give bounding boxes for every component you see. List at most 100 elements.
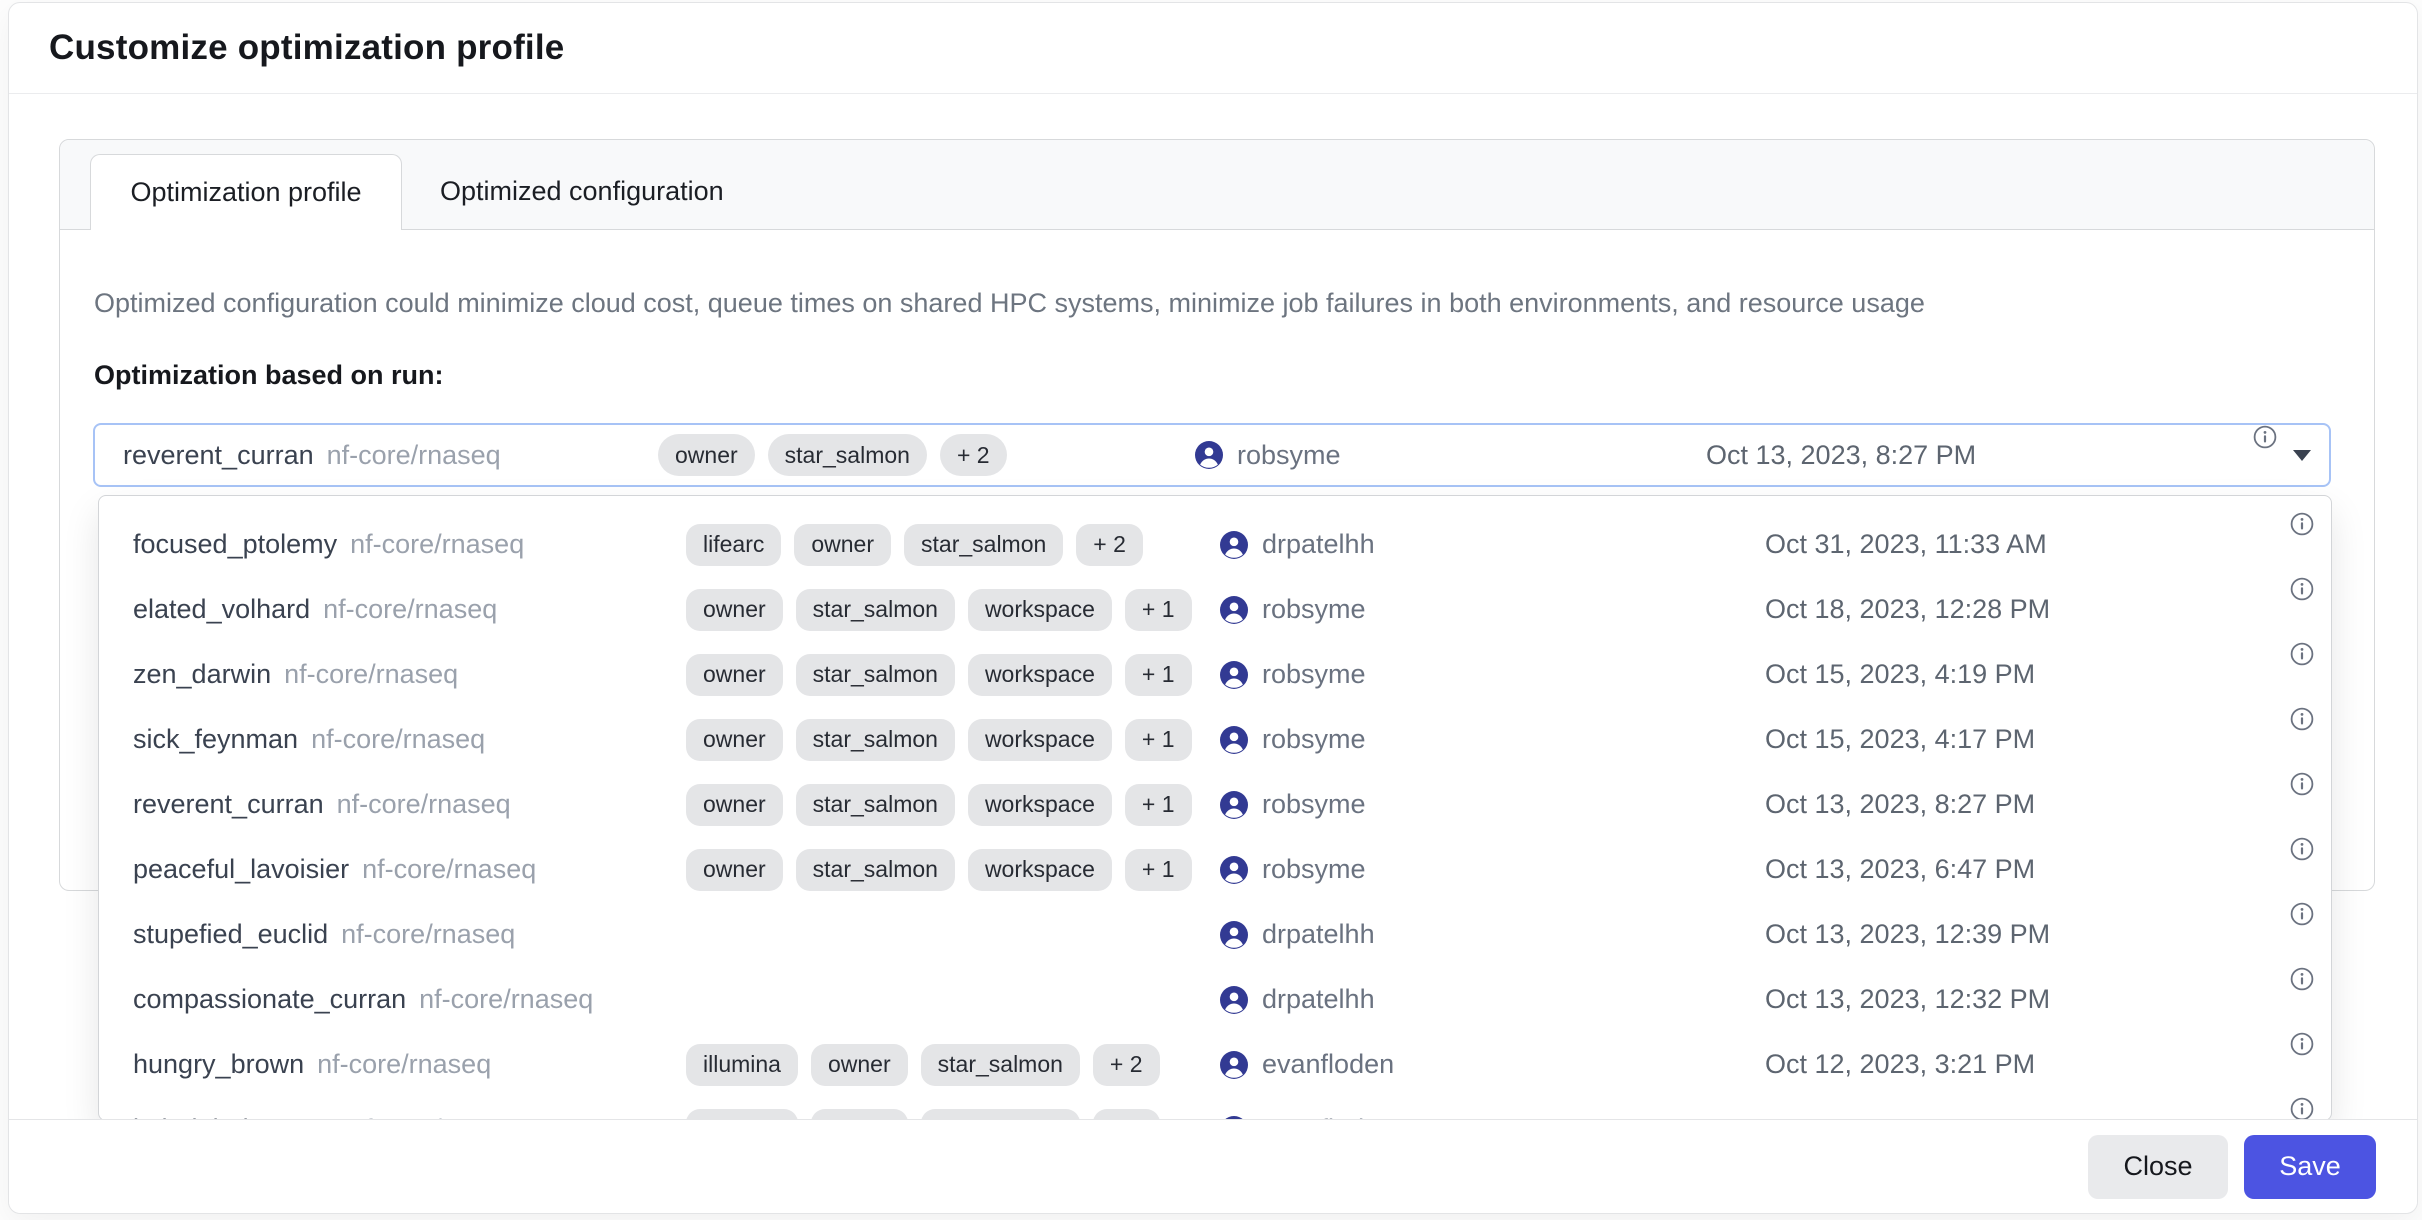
selected-run-project: nf-core/rnaseq <box>327 440 501 471</box>
run-username: robsyme <box>1262 854 1366 885</box>
info-icon[interactable] <box>2290 837 2314 861</box>
info-icon[interactable] <box>2290 707 2314 731</box>
run-name-project: stupefied_euclidnf-core/rnaseq <box>133 902 515 967</box>
info-icon[interactable] <box>2253 425 2277 449</box>
run-user: robsyme <box>1220 577 1366 642</box>
customize-optimization-profile-dialog: Customize optimization profile Optimizat… <box>8 2 2418 1214</box>
run-tag-pill: workspace <box>968 784 1112 826</box>
run-option-row[interactable]: stupefied_euclidnf-core/rnaseqdrpatelhhO… <box>99 902 2331 967</box>
run-date: Oct 13, 2023, 8:27 PM <box>1765 772 2035 837</box>
run-project: nf-core/rnaseq <box>323 594 497 625</box>
selected-run-name-project: reverent_curran nf-core/rnaseq <box>123 425 501 485</box>
run-username: robsyme <box>1262 659 1366 690</box>
run-date: Oct 12, 2023, 2:20 PM <box>1765 1097 2035 1121</box>
run-tags: illuminaownerstar_salmon+ 2 <box>686 1032 1160 1097</box>
info-icon[interactable] <box>2290 1032 2314 1056</box>
run-tags: ownerstar_salmonworkspace+ 1 <box>686 707 1192 772</box>
info-icon[interactable] <box>2290 967 2314 991</box>
tab-optimization-profile[interactable]: Optimization profile <box>90 154 402 230</box>
run-tag-pill: owner <box>686 589 783 631</box>
tab-bar: Optimization profile Optimized configura… <box>60 140 2374 230</box>
run-tag-pill: star_salmon <box>796 784 955 826</box>
run-user: evanfloden <box>1220 1097 1394 1121</box>
user-avatar-icon <box>1220 661 1248 689</box>
selected-run-user: robsyme <box>1195 425 1341 485</box>
run-option-row[interactable]: zen_darwinnf-core/rnaseqownerstar_salmon… <box>99 642 2331 707</box>
run-username: drpatelhh <box>1262 984 1375 1015</box>
save-button[interactable]: Save <box>2244 1135 2376 1199</box>
run-tags: ownerstar_salmonworkspace+ 1 <box>686 642 1192 707</box>
user-avatar-icon <box>1220 856 1248 884</box>
run-option-row[interactable]: reverent_currannf-core/rnaseqownerstar_s… <box>99 772 2331 837</box>
run-date: Oct 15, 2023, 4:17 PM <box>1765 707 2035 772</box>
run-username: drpatelhh <box>1262 919 1375 950</box>
run-date: Oct 18, 2023, 12:28 PM <box>1765 577 2050 642</box>
run-project: nf-core/rnaseq <box>337 789 511 820</box>
run-option-row[interactable]: compassionate_currannf-core/rnaseqdrpate… <box>99 967 2331 1032</box>
run-option-row[interactable]: lethal_boltzmannnf-core/rnaseqilluminaow… <box>99 1097 2331 1121</box>
run-tag-pill: star_salmon <box>796 719 955 761</box>
run-user: robsyme <box>1220 837 1366 902</box>
run-option-row[interactable]: focused_ptolemynf-core/rnaseqlifearcowne… <box>99 512 2331 577</box>
run-user: drpatelhh <box>1220 967 1375 1032</box>
run-tag-pill: lifearc <box>686 524 781 566</box>
run-name-project: lethal_boltzmannnf-core/rnaseq <box>133 1097 524 1121</box>
run-name: compassionate_curran <box>133 984 406 1015</box>
user-avatar-icon <box>1220 791 1248 819</box>
selected-run-tags: ownerstar_salmon+ 2 <box>658 425 1007 485</box>
run-tag-pill: star_salmon <box>768 434 927 476</box>
run-tag-pill: + 2 <box>1093 1044 1160 1086</box>
run-tag-pill: workspace <box>968 654 1112 696</box>
run-tags: lifearcownerstar_salmon+ 2 <box>686 512 1143 577</box>
run-option-row[interactable]: sick_feynmannf-core/rnaseq owner star_salm… <box>99 707 2331 772</box>
dropdown-caret-icon[interactable] <box>2293 425 2311 485</box>
run-tag-pill: owner <box>686 719 783 761</box>
run-dropdown-list: focused_ptolemynf-core/rnaseqlifearcowne… <box>98 495 2332 1121</box>
user-avatar-icon <box>1220 596 1248 624</box>
run-tag-pill: star_salmon <box>796 849 955 891</box>
run-option-row[interactable]: peaceful_lavoisiernf-core/rnaseqownersta… <box>99 837 2331 902</box>
run-project: nf-core/rnaseq <box>317 1049 491 1080</box>
info-icon[interactable] <box>2290 1097 2314 1121</box>
selected-run-date: Oct 13, 2023, 8:27 PM <box>1706 425 1976 485</box>
run-name: zen_darwin <box>133 659 271 690</box>
run-name-project: hungry_brownnf-core/rnaseq <box>133 1032 491 1097</box>
run-username: drpatelhh <box>1262 529 1375 560</box>
run-user: robsyme <box>1220 772 1366 837</box>
run-tag-pill: star_salmon <box>904 524 1063 566</box>
info-icon[interactable] <box>2290 512 2314 536</box>
run-tag-pill: + 2 <box>940 434 1007 476</box>
user-avatar-icon <box>1220 921 1248 949</box>
run-select-combobox[interactable]: reverent_curran nf-core/rnaseq ownerstar… <box>93 423 2331 487</box>
run-date: Oct 12, 2023, 3:21 PM <box>1765 1032 2035 1097</box>
user-avatar-icon <box>1220 726 1248 754</box>
info-icon[interactable] <box>2290 772 2314 796</box>
run-tag-pill: + 1 <box>1125 654 1192 696</box>
run-tags: ownerstar_salmonworkspace+ 1 <box>686 772 1192 837</box>
run-tag-pill: workspace <box>968 719 1112 761</box>
run-tag-pill: star_salmon <box>796 589 955 631</box>
run-name-project: sick_feynmannf-core/rnaseq <box>133 707 485 772</box>
tab-label: Optimization profile <box>130 177 361 208</box>
close-button[interactable]: Close <box>2088 1135 2228 1199</box>
info-icon[interactable] <box>2290 577 2314 601</box>
dialog-header: Customize optimization profile <box>9 3 2417 94</box>
run-option-row[interactable]: elated_volhardnf-core/rnaseqownerstar_sa… <box>99 577 2331 642</box>
run-option-row[interactable]: hungry_brownnf-core/rnaseq illuminaowners… <box>99 1032 2331 1097</box>
run-tag-pill: owner <box>794 524 891 566</box>
run-tag-pill: workspace <box>968 849 1112 891</box>
run-tag-pill: illumina <box>686 1044 798 1086</box>
run-tag-pill: + 1 <box>1125 849 1192 891</box>
run-tags: ownerstar_salmonworkspace+ 1 <box>686 577 1192 642</box>
run-username: robsyme <box>1262 789 1366 820</box>
run-name: sick_feynman <box>133 724 298 755</box>
run-name-project: zen_darwinnf-core/rnaseq <box>133 642 458 707</box>
run-name-project: peaceful_lavoisiernf-core/rnaseq <box>133 837 536 902</box>
info-icon[interactable] <box>2290 902 2314 926</box>
run-project: nf-core/rnaseq <box>362 854 536 885</box>
run-project: nf-core/rnaseq <box>341 919 515 950</box>
user-avatar-icon <box>1220 531 1248 559</box>
info-icon[interactable] <box>2290 642 2314 666</box>
tab-optimized-configuration[interactable]: Optimized configuration <box>402 154 762 229</box>
run-date: Oct 15, 2023, 4:19 PM <box>1765 642 2035 707</box>
